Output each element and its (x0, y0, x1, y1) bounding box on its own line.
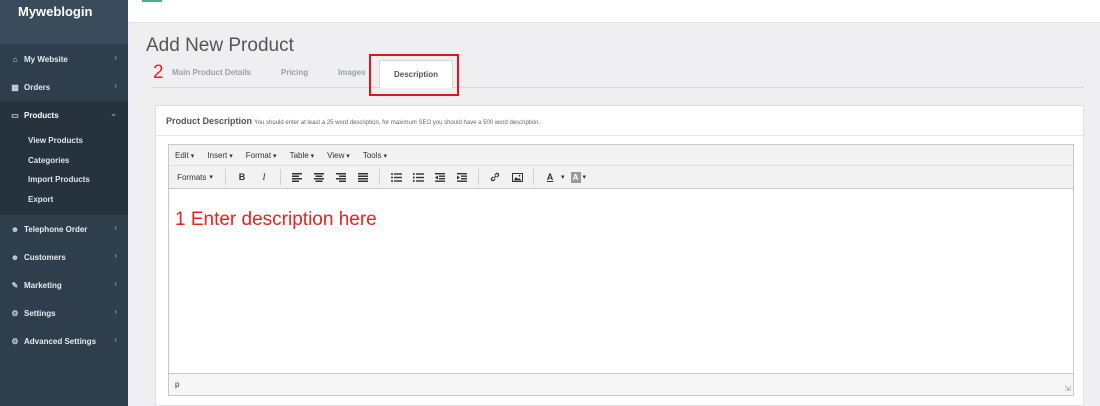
sidebar-subitem-import-products[interactable]: Import Products (0, 170, 128, 190)
chevron-left-icon: ‹ (114, 307, 117, 316)
chevron-down-icon: ⌄ (110, 109, 117, 118)
products-submenu: View Products Categories Import Products… (0, 129, 128, 215)
text-color-button[interactable]: A (542, 169, 558, 185)
align-justify-icon[interactable] (355, 169, 371, 185)
resize-handle-icon[interactable]: ⇲ (1064, 384, 1071, 393)
sidebar-item-marketing[interactable]: ✎ Marketing ‹ (0, 271, 128, 299)
card-hint: You should enter at least a 25 word desc… (254, 120, 541, 126)
users-icon: ☻ (10, 252, 20, 262)
tab-images[interactable]: Images (338, 68, 366, 77)
background-color-button[interactable]: A (570, 171, 581, 183)
sidebar-item-my-website[interactable]: ⌂ My Website ‹ (0, 45, 128, 73)
sidebar-item-label: Customers (24, 252, 66, 262)
menu-edit[interactable]: Edit (175, 151, 194, 160)
bullet-list-icon[interactable] (388, 169, 404, 185)
gear-icon: ⚙ (11, 308, 19, 318)
editor-menubar: Edit Insert Format Table View Tools (169, 145, 1073, 165)
sidebar-item-products[interactable]: ▭ Products ⌄ (0, 101, 128, 129)
sidebar-item-settings[interactable]: ⚙ Settings ‹ (0, 299, 128, 327)
users-icon: ☻ (10, 224, 20, 234)
link-icon[interactable] (487, 169, 503, 185)
sidebar-item-advanced-settings[interactable]: ⚙ Advanced Settings ‹ (0, 327, 128, 355)
bar-chart-icon: ▩ (11, 82, 19, 92)
align-left-icon[interactable] (289, 169, 305, 185)
image-icon[interactable] (509, 169, 525, 185)
tab-main-product-details[interactable]: Main Product Details (172, 68, 251, 77)
chevron-left-icon: ‹ (114, 251, 117, 260)
chevron-left-icon: ‹ (114, 223, 117, 232)
editor-toolbar: Formats B I (169, 165, 1073, 189)
toolbar-divider (280, 169, 281, 185)
sidebar-item-label: Settings (24, 308, 56, 318)
menu-table[interactable]: Table (290, 151, 315, 160)
gears-icon: ⚙ (11, 336, 19, 346)
sidebar-subitem-export[interactable]: Export (0, 190, 128, 210)
sidebar-item-customers[interactable]: ☻ Customers ‹ (0, 243, 128, 271)
chevron-left-icon: ‹ (114, 81, 117, 90)
sidebar-item-label: Marketing (24, 280, 62, 290)
sidebar-item-label: Products (24, 110, 59, 120)
sidebar-item-label: Telephone Order (24, 224, 88, 234)
product-tabs: Main Product Details Pricing Images Desc… (152, 60, 1084, 88)
sidebar-item-label: My Website (24, 54, 68, 64)
chevron-left-icon: ‹ (114, 53, 117, 62)
sidebar-item-label: Advanced Settings (24, 336, 97, 346)
top-accent-bar (142, 0, 162, 2)
chevron-left-icon: ‹ (114, 335, 117, 344)
sidebar-item-label: Orders (24, 82, 51, 92)
annotation-step-1: 1 Enter description here (175, 209, 377, 230)
editor-statusbar: p ⇲ (169, 373, 1073, 395)
align-center-icon[interactable] (311, 169, 327, 185)
sidebar-subitem-categories[interactable]: Categories (0, 151, 128, 171)
caret-down-icon[interactable]: ▾ (583, 173, 587, 181)
annotation-highlight-box (369, 54, 459, 96)
toolbar-divider (225, 169, 226, 185)
chevron-left-icon: ‹ (114, 279, 117, 288)
align-right-icon[interactable] (333, 169, 349, 185)
brand-logo[interactable]: Myweblogin (0, 0, 128, 44)
caret-down-icon[interactable]: ▾ (561, 173, 565, 181)
formats-dropdown[interactable]: Formats (175, 169, 215, 185)
italic-button[interactable]: I (256, 169, 272, 185)
element-path[interactable]: p (175, 380, 179, 389)
sidebar-item-telephone-order[interactable]: ☻ Telephone Order ‹ (0, 215, 128, 243)
menu-insert[interactable]: Insert (207, 151, 232, 160)
bold-button[interactable]: B (234, 169, 250, 185)
monitor-icon: ▭ (11, 110, 19, 120)
wrench-icon: ✎ (11, 280, 19, 290)
sidebar-item-orders[interactable]: ▩ Orders ‹ (0, 73, 128, 101)
menu-format[interactable]: Format (246, 151, 277, 160)
sidebar: Myweblogin ⌂ My Website ‹ ▩ Orders ‹ ▭ P… (0, 0, 128, 406)
menu-view[interactable]: View (327, 151, 350, 160)
toolbar-divider (533, 169, 534, 185)
product-description-card: Product Description You should enter at … (155, 105, 1084, 406)
annotation-step-2: 2 (153, 62, 164, 83)
tab-pricing[interactable]: Pricing (281, 68, 308, 77)
sidebar-subitem-view-products[interactable]: View Products (0, 131, 128, 151)
editor-content-area[interactable]: 1 Enter description here (169, 189, 1073, 373)
outdent-icon[interactable] (432, 169, 448, 185)
home-icon: ⌂ (12, 54, 18, 64)
card-title: Product Description (166, 116, 253, 126)
top-bar (128, 0, 1100, 23)
card-header: Product Description You should enter at … (156, 106, 1083, 136)
numbered-list-icon[interactable] (410, 169, 426, 185)
rich-text-editor: Edit Insert Format Table View Tools Form… (168, 144, 1074, 396)
indent-icon[interactable] (454, 169, 470, 185)
toolbar-divider (379, 169, 380, 185)
page-title: Add New Product (146, 35, 294, 56)
toolbar-divider (478, 169, 479, 185)
menu-tools[interactable]: Tools (363, 151, 387, 160)
